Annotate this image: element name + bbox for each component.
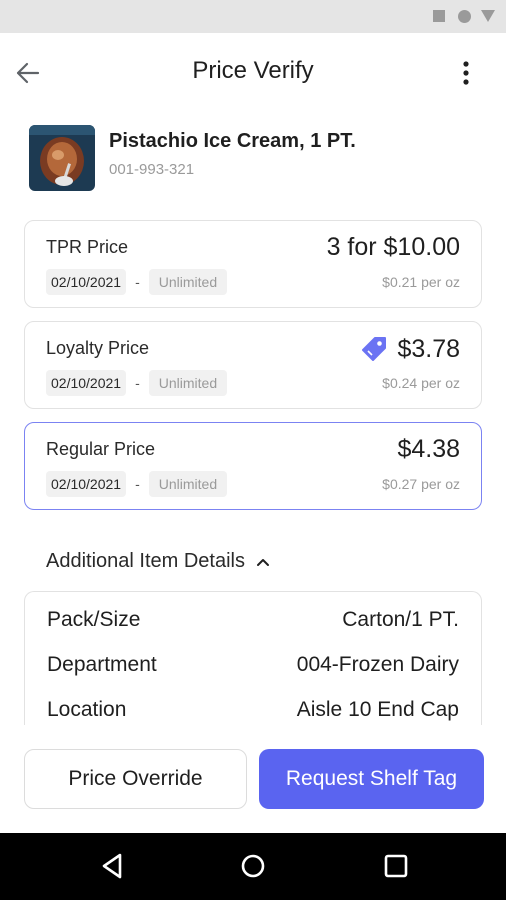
price-card-tpr[interactable]: TPR Price 02/10/2021 - Unlimited 3 for $… <box>24 220 482 308</box>
price-override-button[interactable]: Price Override <box>24 749 247 809</box>
date-separator: - <box>135 476 140 492</box>
detail-key: Pack/Size <box>47 608 141 631</box>
chevron-up-icon <box>256 558 269 566</box>
nav-back-icon[interactable] <box>98 851 128 881</box>
details-toggle[interactable]: Additional Item Details <box>46 550 271 573</box>
status-circle-icon <box>458 10 471 23</box>
app-bar: Price Verify <box>0 33 506 111</box>
detail-value: Aisle 10 End Cap <box>296 698 459 721</box>
detail-row: Pack/Size Carton/1 PT. <box>47 608 459 638</box>
detail-row: Location Aisle 10 End Cap <box>47 698 459 725</box>
date-range: 02/10/2021 - Unlimited <box>46 471 228 497</box>
detail-row: Department 004-Frozen Dairy <box>47 653 459 683</box>
product-image <box>29 125 95 191</box>
more-options-button[interactable] <box>454 57 478 89</box>
unit-price: $0.27 per oz <box>382 476 460 492</box>
product-header: Pistachio Ice Cream, 1 PT. 001-993-321 <box>29 125 479 193</box>
nav-home-icon[interactable] <box>238 851 268 881</box>
price-card-regular[interactable]: Regular Price 02/10/2021 - Unlimited $4.… <box>24 422 482 510</box>
end-date-chip: Unlimited <box>148 471 228 497</box>
unit-price: $0.21 per oz <box>382 274 460 290</box>
request-shelf-tag-button[interactable]: Request Shelf Tag <box>259 749 484 809</box>
date-separator: - <box>135 274 140 290</box>
end-date-chip: Unlimited <box>148 370 228 396</box>
date-separator: - <box>135 375 140 391</box>
price-value: $3.78 <box>359 334 460 364</box>
price-label: Loyalty Price <box>46 338 150 358</box>
end-date-chip: Unlimited <box>148 269 228 295</box>
page-title: Price Verify <box>192 57 314 84</box>
price-card-loyalty[interactable]: Loyalty Price 02/10/2021 - Unlimited $3.… <box>24 321 482 409</box>
price-value: 3 for $10.00 <box>326 233 460 261</box>
detail-value: Carton/1 PT. <box>342 608 459 631</box>
date-range: 02/10/2021 - Unlimited <box>46 370 228 396</box>
start-date-chip: 02/10/2021 <box>46 471 127 497</box>
price-tag-icon <box>362 337 387 361</box>
product-name: Pistachio Ice Cream, 1 PT. <box>109 130 356 152</box>
detail-key: Location <box>47 698 127 721</box>
price-value: $4.38 <box>397 435 460 463</box>
start-date-chip: 02/10/2021 <box>46 269 127 295</box>
start-date-chip: 02/10/2021 <box>46 370 127 396</box>
product-sku: 001-993-321 <box>109 161 195 178</box>
price-label: Regular Price <box>46 439 156 459</box>
status-triangle-icon <box>481 10 495 22</box>
system-nav-bar <box>0 833 506 900</box>
price-label: TPR Price <box>46 237 129 257</box>
bottom-action-bar: Price Override Request Shelf Tag <box>0 725 506 833</box>
more-vert-icon <box>463 61 469 85</box>
nav-recents-icon[interactable] <box>381 851 411 881</box>
status-square-icon <box>433 10 445 22</box>
status-bar <box>0 0 506 33</box>
details-table: Pack/Size Carton/1 PT. Department 004-Fr… <box>24 591 482 725</box>
detail-key: Department <box>47 653 157 676</box>
unit-price: $0.24 per oz <box>382 375 460 391</box>
details-title: Additional Item Details <box>46 550 245 572</box>
date-range: 02/10/2021 - Unlimited <box>46 269 228 295</box>
detail-value: 004-Frozen Dairy <box>296 653 459 676</box>
